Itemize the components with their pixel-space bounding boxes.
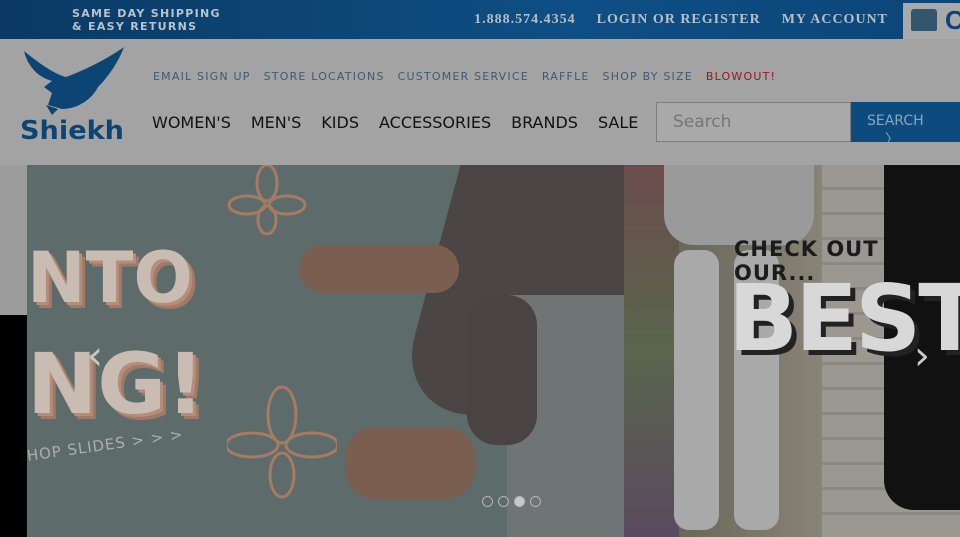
store-locations-link[interactable]: STORE LOCATIONS xyxy=(264,70,385,83)
sandal xyxy=(299,245,459,293)
utility-nav: EMAIL SIGN UP STORE LOCATIONS CUSTOMER S… xyxy=(153,70,776,83)
nav-accessories[interactable]: ACCESSORIES xyxy=(379,113,491,132)
carousel-dot-2[interactable] xyxy=(498,496,509,507)
shopping-bag-icon xyxy=(911,9,937,31)
previous-slide-peek xyxy=(0,165,27,315)
login-register-link[interactable]: LOGIN OR REGISTER xyxy=(597,12,761,28)
carousel-dot-3-active[interactable] xyxy=(514,496,525,507)
flower-decoration xyxy=(227,385,337,499)
carousel-slide-slides[interactable]: NTO NG! HOP SLIDES > > > ‹ xyxy=(27,165,624,537)
sandal xyxy=(345,427,475,499)
cart-button[interactable]: C xyxy=(903,3,960,39)
carousel-dot-1[interactable] xyxy=(482,496,493,507)
cart-label: C xyxy=(945,5,960,35)
search-input[interactable] xyxy=(656,102,851,142)
flower-decoration xyxy=(227,165,307,235)
search-button[interactable]: SEARCH 〉 xyxy=(851,102,960,148)
model-leg xyxy=(467,295,537,445)
phone-link[interactable]: 1.888.574.4354 xyxy=(474,12,576,28)
slide-headline-1: NTO xyxy=(27,237,193,319)
my-account-link[interactable]: MY ACCOUNT xyxy=(782,12,888,28)
shiekh-logo[interactable]: Shiekh xyxy=(18,47,126,146)
previous-slide-arrow[interactable]: ‹ xyxy=(87,333,103,379)
nav-kids[interactable]: KIDS xyxy=(321,113,359,132)
raffle-link[interactable]: RAFFLE xyxy=(542,70,590,83)
top-bar: SAME DAY SHIPPING & EASY RETURNS 1.888.5… xyxy=(0,0,960,39)
nav-brands[interactable]: BRANDS xyxy=(511,113,578,132)
blowout-link[interactable]: BLOWOUT! xyxy=(706,70,776,83)
search-button-label: SEARCH xyxy=(867,113,924,129)
next-slide-arrow[interactable]: › xyxy=(914,333,930,379)
nav-womens[interactable]: WOMEN'S xyxy=(152,113,231,132)
white-boot xyxy=(674,250,719,530)
shipping-promo: SAME DAY SHIPPING & EASY RETURNS xyxy=(72,7,221,33)
svg-text:Shiekh: Shiekh xyxy=(20,116,124,141)
shop-by-size-link[interactable]: SHOP BY SIZE xyxy=(603,70,693,83)
slide-headline-2: NG! xyxy=(27,335,205,433)
main-nav: WOMEN'S MEN'S KIDS ACCESSORIES BRANDS SA… xyxy=(152,113,638,132)
promo-line-1: SAME DAY SHIPPING xyxy=(72,7,221,20)
nav-mens[interactable]: MEN'S xyxy=(251,113,301,132)
carousel-dot-4[interactable] xyxy=(530,496,541,507)
chevron-right-icon: 〉 xyxy=(885,132,899,148)
nav-sale[interactable]: SALE xyxy=(598,113,638,132)
customer-service-link[interactable]: CUSTOMER SERVICE xyxy=(398,70,529,83)
promo-line-2: & EASY RETURNS xyxy=(72,20,198,33)
carousel-dots xyxy=(482,496,541,507)
silver-skirt xyxy=(664,165,814,245)
carousel-slide-best[interactable]: CHECK OUT OUR... BEST › xyxy=(624,165,960,537)
email-signup-link[interactable]: EMAIL SIGN UP xyxy=(153,70,251,83)
